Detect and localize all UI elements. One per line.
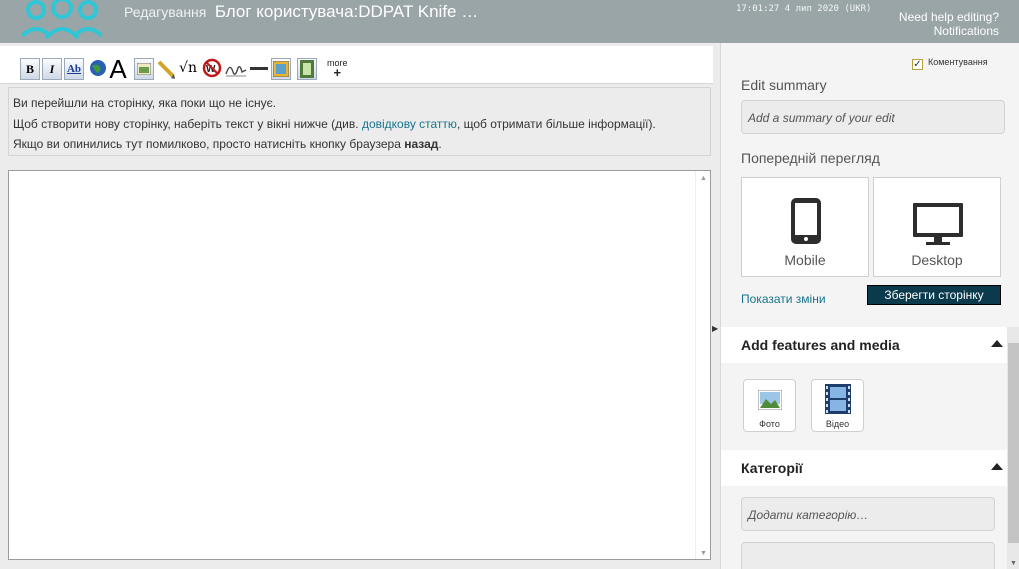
show-changes-link[interactable]: Показати зміни xyxy=(741,292,826,306)
collapse-caret-icon[interactable] xyxy=(991,340,1003,347)
gallery-button[interactable] xyxy=(271,58,291,80)
no-wiki-icon: W xyxy=(202,58,222,78)
edit-summary-label: Edit summary xyxy=(741,77,827,93)
mobile-label: Mobile xyxy=(784,252,826,268)
gallery-icon xyxy=(272,60,290,78)
user-group-icon xyxy=(22,0,102,40)
media-buttons-area: Фото Відео xyxy=(721,363,1007,448)
watch-checkbox[interactable]: ✓ Коментування xyxy=(912,57,988,70)
editor-toolbar: B I Ab A √n W more + xyxy=(0,46,713,84)
globe-icon xyxy=(90,60,106,76)
photo-label: Фото xyxy=(759,419,780,429)
mobile-phone-icon xyxy=(791,198,821,244)
pen-icon xyxy=(157,60,175,79)
page-title-name: Блог користувача:DDPAT Knife … xyxy=(214,2,479,21)
square-root-icon: √n xyxy=(179,60,197,76)
notice-line-2: Щоб створити нову сторінку, наберіть тек… xyxy=(13,114,706,135)
scrollbar-thumb[interactable] xyxy=(1008,343,1019,543)
edit-summary-input[interactable]: Add a summary of your edit xyxy=(741,100,1005,134)
edit-sidebar: ✓ Коментування Edit summary Add a summary… xyxy=(720,43,1019,569)
features-title: Add features and media xyxy=(741,337,900,353)
scroll-down-icon[interactable]: ▼ xyxy=(1010,560,1017,567)
categories-header[interactable]: Категорії xyxy=(721,450,1007,486)
horizontal-line-button[interactable] xyxy=(249,58,269,80)
watch-label: Коментування xyxy=(928,57,988,67)
italic-button[interactable]: I xyxy=(42,58,62,80)
help-article-link[interactable]: довідкову статтю xyxy=(362,117,457,131)
page-title-prefix: Редагування xyxy=(124,4,207,20)
notice-line-3: Якщо ви опинились тут помилково, просто … xyxy=(13,134,706,155)
slideshow-button[interactable] xyxy=(297,58,317,80)
editor-area: B I Ab A √n W more + Ви перейшли на стор… xyxy=(0,43,713,569)
category-list-box xyxy=(741,542,995,569)
signature-icon xyxy=(225,65,247,77)
wikitext-editor[interactable]: ▲ ▼ xyxy=(8,170,711,560)
math-button[interactable]: √n xyxy=(178,58,198,80)
categories-area: Додати категорію… xyxy=(721,486,1007,569)
image-button[interactable] xyxy=(134,58,154,80)
photo-icon xyxy=(757,389,782,411)
save-page-button[interactable]: Зберегти сторінку xyxy=(867,285,1001,305)
top-header: Редагування Блог користувача:DDPAT Knife… xyxy=(0,0,1019,43)
desktop-preview-button[interactable]: Desktop xyxy=(873,177,1001,277)
film-icon xyxy=(824,384,851,414)
notice-text: . xyxy=(438,137,442,151)
plus-icon: + xyxy=(333,65,342,80)
collapse-caret-icon[interactable] xyxy=(991,463,1003,470)
horizontal-line-icon xyxy=(250,67,268,70)
new-page-notice: Ви перейшли на сторінку, яка поки що не … xyxy=(8,87,711,156)
heading-button[interactable]: A xyxy=(108,56,128,82)
add-video-button[interactable]: Відео xyxy=(811,379,864,432)
checkmark-icon[interactable]: ✓ xyxy=(912,59,923,70)
add-category-input[interactable]: Додати категорію… xyxy=(741,497,995,531)
desktop-monitor-icon xyxy=(913,203,963,245)
notifications-link[interactable]: Notifications xyxy=(899,24,999,38)
signature-button[interactable] xyxy=(224,58,247,80)
film-strip-icon xyxy=(300,60,314,78)
sidebar-scrollbar[interactable]: ▼ xyxy=(1007,327,1019,569)
notice-bold-back: назад xyxy=(404,137,439,151)
notice-text: , щоб отримати більше інформації). xyxy=(456,116,656,131)
media-button[interactable] xyxy=(156,58,176,80)
bold-button[interactable]: B xyxy=(20,58,40,80)
external-link-button[interactable] xyxy=(88,58,108,80)
collapse-panel-icon[interactable]: ▶ xyxy=(712,324,718,333)
help-link[interactable]: Need help editing? xyxy=(899,10,999,24)
more-button[interactable]: more + xyxy=(327,58,348,80)
categories-title: Категорії xyxy=(741,460,803,476)
notice-text: Якщо ви опинились тут помилково, просто … xyxy=(13,137,401,151)
mobile-preview-button[interactable]: Mobile xyxy=(741,177,869,277)
preview-label: Попередній перегляд xyxy=(741,150,880,166)
video-label: Відео xyxy=(825,419,850,429)
nowiki-button[interactable]: W xyxy=(202,58,222,80)
desktop-label: Desktop xyxy=(911,252,963,268)
page-title: Редагування Блог користувача:DDPAT Knife… xyxy=(124,2,478,22)
features-media-header[interactable]: Add features and media xyxy=(721,327,1007,363)
editor-scrollbar[interactable]: ▲ ▼ xyxy=(695,171,710,559)
notice-line-1: Ви перейшли на сторінку, яка поки що не … xyxy=(13,96,277,110)
image-icon xyxy=(136,62,152,76)
scroll-up-icon[interactable]: ▲ xyxy=(700,175,707,182)
internal-link-button[interactable]: Ab xyxy=(64,58,84,80)
add-photo-button[interactable]: Фото xyxy=(743,379,796,432)
scroll-down-icon[interactable]: ▼ xyxy=(700,550,707,557)
header-links: Need help editing? Notifications xyxy=(899,10,999,38)
notice-text: Щоб створити нову сторінку, наберіть тек… xyxy=(13,116,359,131)
server-timestamp: 17:01:27 4 лип 2020 (UKR) xyxy=(736,4,872,14)
